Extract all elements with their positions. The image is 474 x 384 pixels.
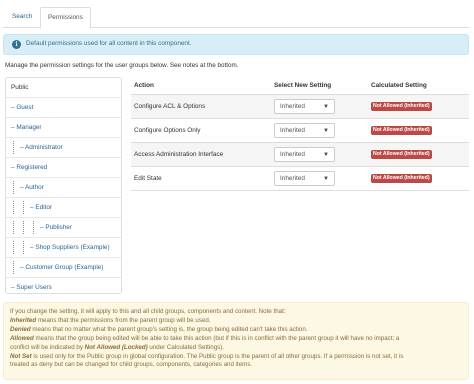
tab-permissions[interactable]: Permissions xyxy=(40,7,91,29)
notes-text: means that no matter what the parent gro… xyxy=(30,325,308,333)
group-item-manager[interactable]: – Manager xyxy=(6,117,121,137)
notes-term-allowed: Allowed xyxy=(10,334,34,342)
info-alert-text: Default permissions used for all content… xyxy=(26,40,192,47)
notes-text: treated as deny but can be changed for c… xyxy=(10,361,253,369)
group-label: – Author xyxy=(20,184,44,191)
notes-text: conflict will be indicated by xyxy=(10,343,85,351)
user-group-list: Public – Guest – Manager – Administrator… xyxy=(5,77,122,294)
table-row: Configure Options Only Inherited ▼ Not A… xyxy=(131,119,469,143)
tree-line xyxy=(13,221,14,234)
table-row: Configure ACL & Options Inherited ▼ Not … xyxy=(131,95,469,119)
tree-line xyxy=(13,201,14,214)
chevron-down-icon: ▼ xyxy=(323,176,329,182)
column-header-calculated: Calculated Setting xyxy=(371,82,427,89)
notes-term-not-set: Not Set xyxy=(10,352,32,360)
group-item-editor[interactable]: – Editor xyxy=(6,197,121,217)
setting-select-value: Inherited xyxy=(280,127,305,134)
notes-text: is used only for the Public group in glo… xyxy=(31,352,404,360)
group-label: – Super Users xyxy=(11,284,52,291)
action-name: Configure ACL & Options xyxy=(134,103,206,110)
chevron-down-icon: ▼ xyxy=(323,128,329,134)
permission-notes: If you change the setting, it will apply… xyxy=(3,302,469,380)
notes-term-denied: Denied xyxy=(10,325,31,333)
notes-text: under Calculated Settings). xyxy=(147,343,225,351)
group-item-public[interactable]: Public xyxy=(6,78,121,98)
setting-select-value: Inherited xyxy=(280,151,305,158)
group-label: – Publisher xyxy=(40,224,72,231)
tree-line xyxy=(23,201,24,214)
setting-select-value: Inherited xyxy=(280,103,305,110)
setting-select[interactable]: Inherited ▼ xyxy=(274,171,335,186)
chevron-down-icon: ▼ xyxy=(323,104,329,110)
group-label: – Manager xyxy=(11,124,42,131)
group-item-author[interactable]: – Author xyxy=(6,177,121,197)
notes-line: Allowed means that the group being edite… xyxy=(10,335,463,344)
calculated-setting-badge: Not Allowed (Inherited) xyxy=(371,150,432,159)
group-label: – Shop Suppliers (Example) xyxy=(30,244,110,251)
group-label: – Editor xyxy=(30,204,53,211)
action-name: Edit State xyxy=(134,175,162,182)
notes-term-inherited: Inherited xyxy=(10,316,37,324)
tab-bar: Search Permissions xyxy=(3,5,469,29)
notes-intro: If you change the setting, it will apply… xyxy=(10,308,286,315)
group-item-registered[interactable]: – Registered xyxy=(6,157,121,177)
manage-instructions: Manage the permission settings for the u… xyxy=(5,62,239,69)
notes-line: Inherited means that the permissions fro… xyxy=(10,317,463,326)
calculated-setting-badge: Not Allowed (Inherited) xyxy=(371,174,432,183)
tree-line xyxy=(13,141,14,154)
table-header: Action Select New Setting Calculated Set… xyxy=(131,77,469,95)
group-item-shop-suppliers[interactable]: – Shop Suppliers (Example) xyxy=(6,237,121,257)
notes-line: Denied means that no matter what the par… xyxy=(10,326,463,335)
setting-select[interactable]: Inherited ▼ xyxy=(274,123,335,138)
tree-line xyxy=(13,241,14,254)
action-name: Access Administration Interface xyxy=(134,151,224,158)
group-item-super-users[interactable]: – Super Users xyxy=(6,277,121,293)
notes-text: means that the permissions from the pare… xyxy=(36,316,211,324)
info-icon: i xyxy=(12,40,21,49)
tab-search[interactable]: Search xyxy=(5,7,39,28)
notes-line: Not Set is used only for the Public grou… xyxy=(10,353,463,362)
notes-term-locked: Not Allowed (Locked) xyxy=(84,343,148,351)
tree-line xyxy=(33,221,34,234)
group-label: – Guest xyxy=(11,104,34,111)
calculated-setting-badge: Not Allowed (Inherited) xyxy=(371,102,432,111)
tree-line xyxy=(13,261,14,274)
table-row: Edit State Inherited ▼ Not Allowed (Inhe… xyxy=(131,167,469,191)
calculated-setting-badge: Not Allowed (Inherited) xyxy=(371,126,432,135)
setting-select[interactable]: Inherited ▼ xyxy=(274,147,335,162)
info-alert: i Default permissions used for all conte… xyxy=(3,34,469,55)
table-row: Access Administration Interface Inherite… xyxy=(131,143,469,167)
action-name: Configure Options Only xyxy=(134,127,201,134)
column-header-setting: Select New Setting xyxy=(274,82,332,89)
group-label: – Registered xyxy=(11,164,48,171)
notes-line: treated as deny but can be changed for c… xyxy=(10,361,463,370)
group-item-guest[interactable]: – Guest xyxy=(6,97,121,117)
notes-text: means that the group being edited will b… xyxy=(33,334,400,342)
group-label: Public xyxy=(11,84,29,91)
tree-line xyxy=(13,181,14,194)
group-item-customer-group[interactable]: – Customer Group (Example) xyxy=(6,257,121,277)
group-item-administrator[interactable]: – Administrator xyxy=(6,137,121,157)
tree-line xyxy=(23,221,24,234)
tree-line xyxy=(23,241,24,254)
chevron-down-icon: ▼ xyxy=(323,152,329,158)
setting-select[interactable]: Inherited ▼ xyxy=(274,99,335,114)
group-item-publisher[interactable]: – Publisher xyxy=(6,217,121,237)
group-label: – Customer Group (Example) xyxy=(20,264,104,271)
group-label: – Administrator xyxy=(20,144,63,151)
column-header-action: Action xyxy=(134,82,154,89)
notes-line: conflict will be indicated by Not Allowe… xyxy=(10,344,463,353)
setting-select-value: Inherited xyxy=(280,175,305,182)
notes-line: If you change the setting, it will apply… xyxy=(10,308,463,317)
